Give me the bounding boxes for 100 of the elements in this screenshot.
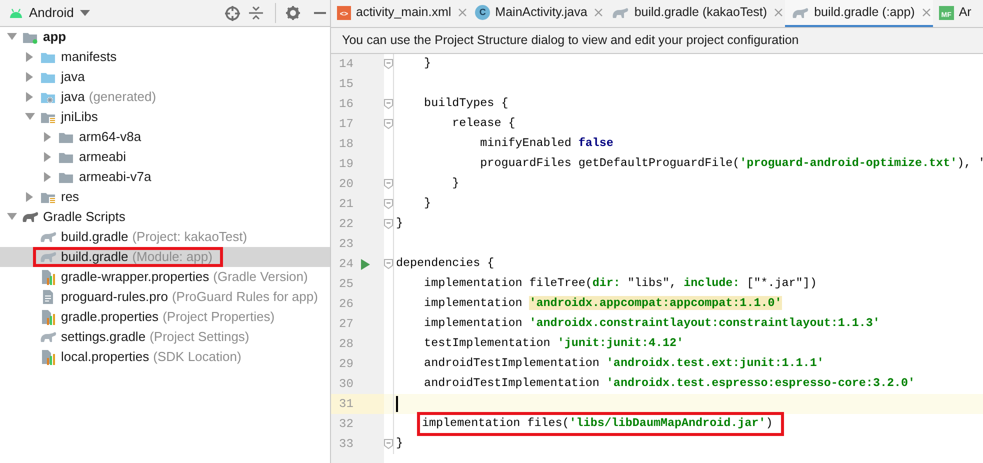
line-number: 17 (338, 116, 354, 133)
tree-item[interactable]: res (0, 187, 330, 207)
expand-arrow-icon[interactable] (43, 152, 53, 162)
item-label: armeabi-v7a (79, 168, 152, 186)
run-icon[interactable] (361, 258, 370, 270)
tree-item[interactable]: java (generated) (0, 87, 330, 107)
item-label: arm64-v8a (79, 128, 142, 146)
code-line: release { (451, 115, 516, 132)
tree-item[interactable]: settings.gradle (Project Settings) (0, 327, 330, 347)
item-label: gradle-wrapper.properties (61, 268, 210, 286)
line-number: 33 (338, 436, 354, 453)
line-number: 21 (338, 196, 354, 213)
tree-item[interactable]: proguard-rules.pro (ProGuard Rules for app) (0, 287, 330, 307)
tree-item[interactable]: gradle-wrapper.properties (Gradle Version) (0, 267, 330, 287)
line-number: 28 (338, 336, 354, 353)
tree-item[interactable]: armeabi (0, 147, 330, 167)
expand-arrow-icon[interactable] (25, 72, 35, 82)
close-icon[interactable] (594, 8, 604, 17)
android-icon (9, 8, 23, 18)
item-label: build.gradle (61, 248, 128, 266)
item-label: Gradle Scripts (43, 208, 126, 226)
item-hint: (Module: app) (132, 248, 212, 266)
expand-arrow-icon[interactable] (25, 112, 35, 122)
line-number: 15 (338, 76, 354, 93)
tree-item[interactable]: Gradle Scripts (0, 207, 330, 227)
line-number: 14 (338, 56, 354, 73)
item-hint: (ProGuard Rules for app) (172, 288, 318, 306)
expand-arrow-icon[interactable] (43, 172, 53, 182)
item-label: jniLibs (61, 108, 98, 126)
notification-bar: You can use the Project Structure dialog to view and edit your project configuration (331, 28, 983, 54)
line-number: 19 (338, 156, 354, 173)
item-label: settings.gradle (61, 328, 146, 346)
tree-item[interactable]: local.properties (SDK Location) (0, 347, 330, 367)
expand-arrow-icon[interactable] (43, 132, 53, 142)
tree-item[interactable]: arm64-v8a (0, 127, 330, 147)
editor-tab[interactable]: build.gradle (:app) (785, 0, 933, 27)
tree-item[interactable]: gradle.properties (Project Properties) (0, 307, 330, 327)
item-label: build.gradle (61, 228, 128, 246)
item-hint: (Gradle Version) (213, 268, 308, 286)
fold-icon[interactable] (384, 219, 393, 229)
fold-icon[interactable] (384, 259, 393, 269)
code-line: implementation 'androidx.constraintlayout:constraintlayout:1.1.3' (423, 315, 880, 332)
view-dropdown[interactable]: Android (9, 3, 90, 23)
code-line: } (396, 215, 404, 232)
item-label: local.properties (61, 348, 150, 366)
file-chart-icon (41, 309, 55, 325)
close-icon[interactable] (774, 8, 784, 17)
crosshair-icon[interactable] (225, 6, 240, 20)
tree-item[interactable]: app (0, 27, 330, 47)
caret-icon (80, 10, 90, 16)
editor-tab[interactable]: C MainActivity.java (469, 0, 606, 27)
line-number: 16 (338, 96, 354, 113)
item-label: gradle.properties (61, 308, 159, 326)
line-number: 32 (338, 416, 354, 433)
fold-icon[interactable] (384, 59, 393, 69)
fold-icon[interactable] (384, 179, 393, 189)
code-line: buildTypes { (423, 95, 508, 112)
expand-arrow-icon[interactable] (25, 52, 35, 62)
elephant-icon (39, 331, 57, 343)
elephant-icon (21, 211, 39, 223)
expand-arrow-icon[interactable] (25, 192, 35, 202)
line-number: 22 (338, 216, 354, 233)
editor-tab[interactable]: build.gradle (kakaoTest) (605, 0, 786, 27)
fold-icon[interactable] (384, 199, 393, 209)
code-line: } (451, 175, 460, 192)
line-number: 20 (338, 176, 354, 193)
fold-icon[interactable] (384, 439, 393, 449)
elephant-icon (39, 251, 57, 263)
expand-arrow-icon[interactable] (25, 92, 35, 102)
tree-item[interactable]: java (0, 67, 330, 87)
expand-arrow-icon[interactable] (7, 32, 17, 42)
expand-arrow-icon[interactable] (7, 212, 17, 222)
code-line: dependencies { (396, 255, 494, 272)
elephant-icon (39, 231, 57, 243)
code-line: } (423, 195, 432, 212)
tree-item[interactable]: armeabi-v7a (0, 167, 330, 187)
folder-icon (58, 130, 74, 144)
class-icon: C (475, 5, 490, 20)
close-icon[interactable] (458, 8, 468, 17)
code-line: proguardFiles getDefaultProguardFile('proguard-android-optimize.txt'), ' (479, 155, 983, 172)
folder-icon (40, 190, 56, 204)
tree-item[interactable]: build.gradle (Module: app) (0, 247, 330, 267)
line-number: 31 (338, 396, 354, 413)
close-icon[interactable] (922, 8, 931, 17)
tree-item[interactable]: manifests (0, 47, 330, 67)
fold-icon[interactable] (384, 119, 393, 129)
tree-item[interactable]: build.gradle (Project: kakaoTest) (0, 227, 330, 247)
item-hint: (Project Properties) (162, 308, 275, 326)
code-line: testImplementation 'junit:junit:4.12' (423, 335, 684, 352)
line-number: 23 (338, 236, 354, 253)
code-line: } (423, 55, 432, 72)
gear-icon[interactable] (286, 6, 300, 20)
file-chart-icon (41, 349, 55, 365)
item-label: app (43, 28, 66, 46)
line-number: 27 (338, 316, 354, 333)
folder-icon (40, 70, 56, 84)
tree-item[interactable]: jniLibs (0, 107, 330, 127)
item-label: proguard-rules.pro (61, 288, 168, 306)
collapse-icon[interactable] (249, 6, 263, 20)
fold-icon[interactable] (384, 99, 393, 109)
